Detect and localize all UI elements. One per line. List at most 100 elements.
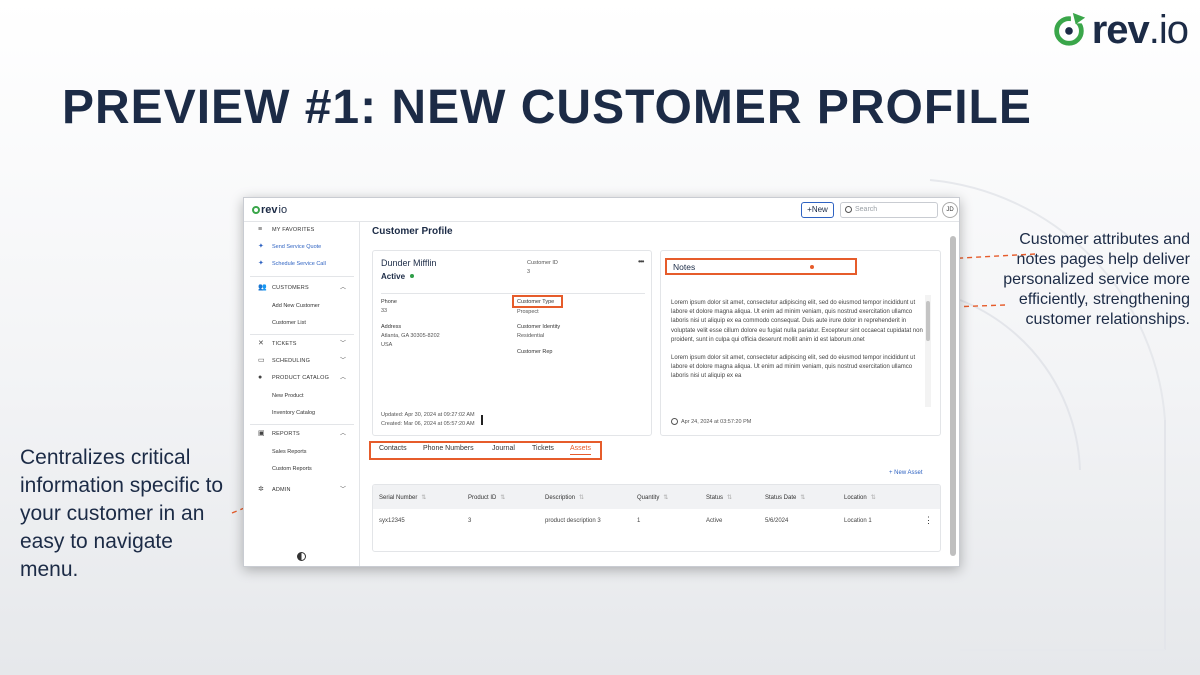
cell-description: product description 3 [545, 518, 601, 524]
sidebar-section-scheduling[interactable]: ▭ SCHEDULING ﹀ [244, 354, 360, 368]
status-label: Active [381, 272, 406, 281]
chevron-up-icon: ︿ [339, 431, 346, 437]
tools-icon: ✕ [258, 340, 264, 347]
phone-label: Phone [381, 299, 397, 305]
chart-icon: ▣ [258, 430, 265, 437]
chevron-up-icon: ︿ [339, 375, 346, 381]
revio-logo-icon [1053, 12, 1085, 46]
theme-toggle-icon[interactable] [297, 552, 306, 561]
sidebar-divider [250, 334, 354, 335]
customer-type-value: Prospect [517, 309, 539, 315]
status-dot-icon [410, 274, 414, 278]
sidebar-item-send-service-quote[interactable]: ✦ Send Service Quote [244, 240, 360, 254]
assets-table: Serial Number ⇅ Product ID ⇅ Description ⇅ … [372, 484, 941, 552]
address-line1: Atlanta, GA 30305-8202 [381, 333, 440, 339]
customer-identity-label: Customer Identity [517, 324, 561, 330]
tab-contacts[interactable]: Contacts [379, 445, 407, 452]
chevron-down-icon: ﹀ [339, 487, 346, 493]
notes-textarea[interactable]: Lorem ipsum dolor sit amet, consectetur … [671, 299, 924, 405]
tab-journal[interactable]: Journal [492, 445, 515, 452]
table-header: Serial Number ⇅ Product ID ⇅ Description ⇅ … [373, 485, 940, 509]
sidebar-section-customers[interactable]: 👥 CUSTOMERS ︿ [244, 281, 360, 295]
sidebar-section-product-catalog[interactable]: ● PRODUCT CATALOG ︿ [244, 371, 360, 385]
address-line2: USA [381, 342, 393, 348]
column-header[interactable]: Location ⇅ [844, 494, 876, 501]
people-icon: 👥 [258, 284, 267, 291]
page-title: Customer Profile [372, 226, 453, 237]
notes-scrollbar[interactable] [925, 295, 931, 407]
customer-identity-value: Residential [517, 333, 545, 339]
notes-timestamp: Apr 24, 2024 at 03:57:20 PM [671, 418, 751, 425]
new-asset-button[interactable]: + New Asset [889, 470, 923, 476]
menu-icon: ≡ [258, 226, 263, 233]
profile-divider [381, 293, 645, 294]
user-avatar[interactable]: JD [942, 202, 958, 218]
customer-profile-card: Dunder Mifflin Active Customer ID 3 ••• … [372, 250, 652, 436]
notes-scroll-thumb[interactable] [926, 301, 930, 341]
cell-status: Active [706, 518, 723, 524]
sidebar-section-admin[interactable]: ✲ ADMIN ﹀ [244, 483, 360, 497]
calendar-icon: ▭ [258, 357, 265, 364]
customer-id-value: 3 [527, 269, 531, 275]
column-header[interactable]: Serial Number ⇅ [379, 494, 426, 501]
app-logo-icon [252, 206, 260, 214]
main-content: Customer Profile Dunder Mifflin Active C… [360, 222, 959, 566]
cell-location: Location 1 [844, 518, 872, 524]
column-header[interactable]: Description ⇅ [545, 494, 584, 501]
search-icon [845, 206, 852, 213]
clock-icon [671, 418, 678, 425]
cell-quantity: 1 [637, 518, 641, 524]
search-input[interactable]: Search [840, 202, 938, 218]
column-header[interactable]: Status Date ⇅ [765, 494, 805, 501]
text-cursor [481, 415, 483, 425]
sidebar-item-inventory-catalog[interactable]: Inventory Catalog [244, 406, 360, 420]
row-options-icon[interactable]: ⋮ [924, 515, 933, 526]
app-topbar: rev io +New Search JD [244, 198, 959, 222]
pin-icon: ✦ [258, 243, 264, 250]
tab-phone-numbers[interactable]: Phone Numbers [423, 445, 474, 452]
chevron-up-icon: ︿ [339, 285, 346, 291]
cell-product-id: 3 [468, 518, 472, 524]
sidebar-item-custom-reports[interactable]: Custom Reports [244, 462, 360, 476]
main-scroll-thumb[interactable] [950, 236, 956, 556]
callout-left-text: Centralizes critical information specifi… [20, 446, 224, 581]
column-header[interactable]: Status ⇅ [706, 494, 732, 501]
sidebar-my-favorites[interactable]: ≡ MY FAVORITES [244, 223, 360, 237]
sidebar-divider [250, 424, 354, 425]
app-logo[interactable]: rev io [252, 204, 287, 216]
new-button[interactable]: +New [801, 202, 834, 218]
tab-assets[interactable]: Assets [570, 445, 592, 455]
main-scrollbar[interactable] [949, 236, 957, 562]
chevron-down-icon: ﹀ [339, 341, 346, 347]
customer-id-label: Customer ID [527, 260, 558, 266]
callout-right-text: Customer attributes and notes pages help… [1003, 231, 1190, 328]
sidebar-section-tickets[interactable]: ✕ TICKETS ﹀ [244, 337, 360, 351]
sidebar-section-reports[interactable]: ▣ REPORTS ︿ [244, 427, 360, 441]
column-header[interactable]: Quantity ⇅ [637, 494, 668, 501]
sidebar-item-new-product[interactable]: New Product [244, 389, 360, 403]
notes-paragraph: Lorem ipsum dolor sit amet, consectetur … [671, 355, 916, 380]
customer-type-highlight [512, 295, 563, 308]
address-label: Address [381, 324, 402, 330]
brand-wordmark: rev.io [1091, 8, 1189, 52]
customer-rep-label: Customer Rep [517, 349, 553, 355]
more-options-icon[interactable]: ••• [638, 257, 644, 266]
column-header[interactable]: Product ID ⇅ [468, 494, 505, 501]
tab-tickets[interactable]: Tickets [532, 445, 554, 452]
sidebar-item-add-new-customer[interactable]: Add New Customer [244, 299, 360, 313]
notes-card: Notes Lorem ipsum dolor sit amet, consec… [660, 250, 941, 436]
customer-name: Dunder Mifflin [381, 258, 437, 268]
sidebar-item-customer-list[interactable]: Customer List [244, 316, 360, 330]
created-timestamp: Created: Mar 06, 2024 at 05:57:20 AM [381, 421, 475, 427]
updated-timestamp: Updated: Apr 30, 2024 at 09:27:02 AM [381, 412, 475, 418]
profile-tabs: Contacts Phone Numbers Journal Tickets A… [369, 441, 604, 460]
pin-icon: ✦ [258, 260, 264, 267]
app-window: rev io +New Search JD ≡ MY FAVORITES ✦ Se… [243, 197, 960, 567]
sidebar-item-sales-reports[interactable]: Sales Reports [244, 445, 360, 459]
sidebar-divider [250, 276, 354, 277]
chevron-down-icon: ﹀ [339, 358, 346, 364]
cell-serial-number: syx12345 [379, 518, 405, 524]
cell-status-date: 5/6/2024 [765, 518, 789, 524]
notes-title: Notes [673, 262, 696, 272]
sidebar-item-schedule-service-call[interactable]: ✦ Schedule Service Call [244, 257, 360, 271]
